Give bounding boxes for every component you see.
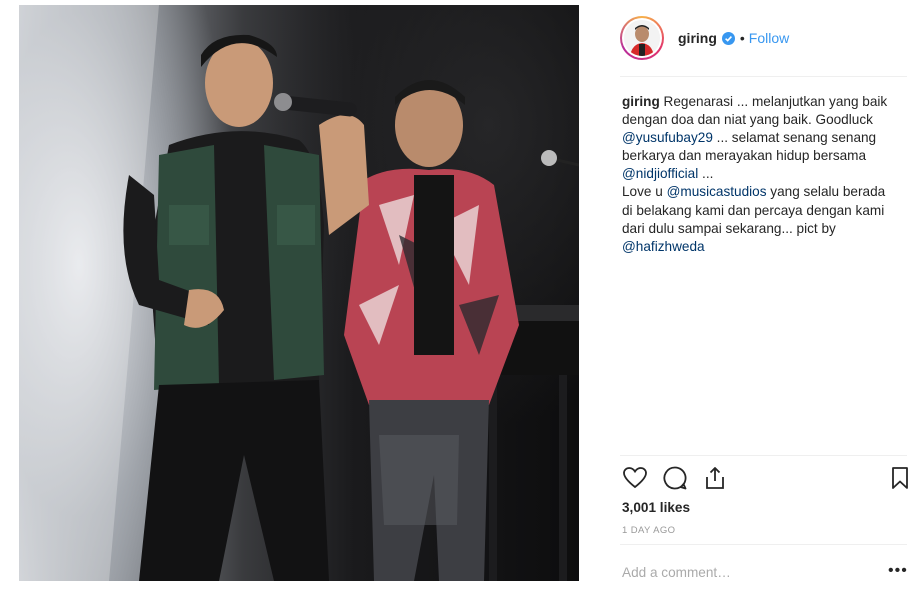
post-timestamp[interactable]: 1 DAY AGO (622, 525, 675, 536)
caption-mention[interactable]: @musicastudios (667, 184, 767, 199)
post-caption: giring Regenarasi ... melanjutkan yang b… (622, 93, 892, 256)
caption-text: Love u (622, 184, 667, 200)
more-icon[interactable]: ••• (888, 562, 908, 580)
caption-username[interactable]: giring (622, 94, 660, 109)
post-header: giring • Follow (620, 14, 789, 62)
post-sidebar: giring • Follow giring Regenarasi ... me… (600, 0, 917, 599)
comment-input[interactable]: Add a comment… (622, 565, 731, 580)
share-icon[interactable] (702, 465, 728, 491)
avatar-story-ring[interactable] (620, 16, 664, 60)
comment-divider (620, 544, 907, 545)
header-divider (620, 76, 907, 77)
caption-mention[interactable]: @hafizhweda (622, 239, 705, 254)
heart-icon[interactable] (622, 465, 648, 491)
caption-text: ... (698, 166, 714, 182)
post-username[interactable]: giring (678, 30, 717, 46)
caption-mention[interactable]: @yusufubay29 (622, 130, 713, 145)
verified-icon (721, 31, 735, 45)
separator-dot: • (739, 30, 745, 46)
caption-text: Regenarasi ... melanjutkan yang baik den… (622, 94, 888, 128)
comment-icon[interactable] (662, 465, 688, 491)
likes-count[interactable]: 3,001 likes (622, 500, 690, 515)
post-photo-scene (19, 5, 579, 581)
singer (123, 34, 369, 581)
bookmark-icon[interactable] (887, 465, 913, 491)
post-photo[interactable] (19, 5, 579, 581)
post-actions (622, 465, 912, 493)
follow-button[interactable]: Follow (749, 30, 789, 46)
avatar[interactable] (624, 20, 660, 56)
actions-divider (620, 455, 907, 456)
caption-mention[interactable]: @nidjiofficial (622, 166, 698, 181)
